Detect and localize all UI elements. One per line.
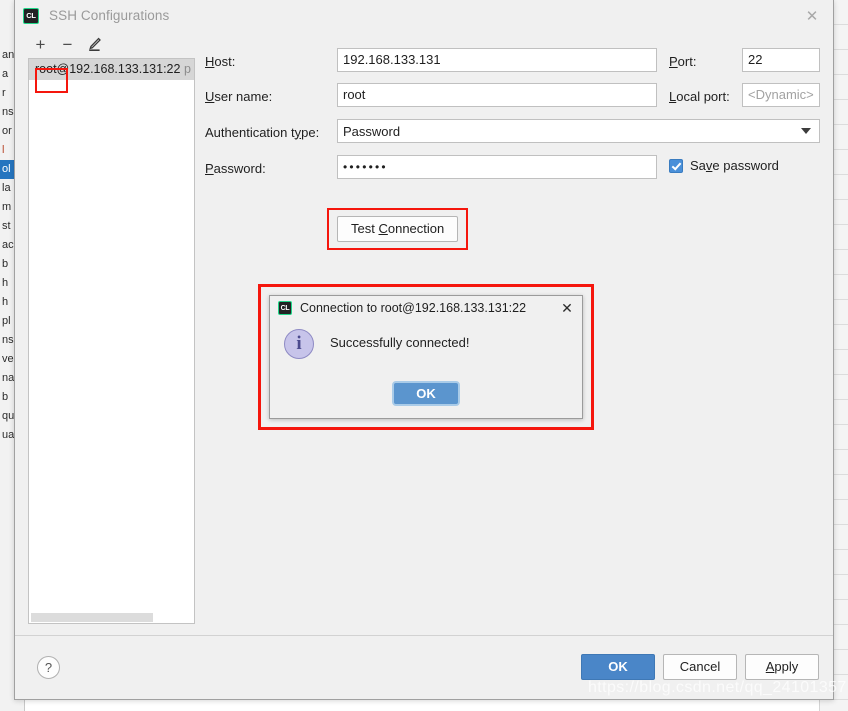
- scrollbar-thumb[interactable]: [31, 613, 153, 622]
- help-button[interactable]: ?: [37, 656, 60, 679]
- local-port-label-row: Local port:: [669, 84, 730, 108]
- host-input[interactable]: 192.168.133.131: [337, 48, 657, 72]
- modal-close-icon[interactable]: ✕: [556, 298, 578, 318]
- edit-configuration-button[interactable]: [82, 34, 107, 55]
- username-input[interactable]: root: [337, 83, 657, 107]
- modal-ok-button[interactable]: OK: [392, 381, 460, 406]
- checkbox-icon: [669, 158, 683, 173]
- auth-type-select[interactable]: Password: [337, 119, 820, 143]
- chevron-down-icon: [801, 128, 811, 134]
- apply-button[interactable]: Apply: [745, 654, 819, 680]
- auth-type-label-row: Authentication type:: [205, 120, 319, 144]
- close-icon[interactable]: ✕: [797, 3, 827, 29]
- password-label-row: Password:: [205, 156, 266, 180]
- dialog-titlebar: CL SSH Configurations ✕: [15, 0, 833, 31]
- username-label: User name:: [205, 88, 273, 104]
- connection-result-dialog: CL Connection to root@192.168.133.131:22…: [269, 295, 583, 419]
- cancel-button[interactable]: Cancel: [663, 654, 737, 680]
- port-label: Port:: [669, 53, 697, 69]
- modal-actions: OK: [270, 381, 582, 406]
- annotation-box-connection-modal: CL Connection to root@192.168.133.131:22…: [258, 284, 594, 430]
- port-input[interactable]: 22: [742, 48, 820, 72]
- configurations-list[interactable]: root@192.168.133.131:22 p: [28, 58, 195, 624]
- list-toolbar: + −: [24, 31, 195, 58]
- list-horizontal-scrollbar[interactable]: [29, 612, 194, 623]
- background-table-line: [820, 700, 848, 711]
- annotation-box-test-connection: Test Connection: [327, 208, 469, 250]
- save-password-label: Save password: [690, 158, 779, 173]
- info-icon: i: [284, 329, 314, 359]
- modal-title-text: Connection to root@192.168.133.131:22: [300, 301, 527, 315]
- clion-app-icon: CL: [23, 7, 39, 24]
- auth-type-value: Password: [343, 123, 401, 139]
- host-label: Host:: [205, 53, 236, 69]
- test-connection-button[interactable]: Test Connection: [337, 216, 459, 242]
- dialog-footer: ? OK Cancel Apply: [15, 635, 833, 699]
- list-item-suffix: p: [183, 62, 191, 76]
- local-port-input[interactable]: <Dynamic>: [742, 83, 820, 107]
- list-item-label: root@192.168.133.131:22: [35, 62, 181, 76]
- modal-titlebar: CL Connection to root@192.168.133.131:22…: [270, 296, 582, 320]
- port-label-row: Port:: [669, 49, 696, 73]
- local-port-label: Local port:: [669, 88, 730, 104]
- password-input[interactable]: •••••••: [337, 155, 657, 179]
- username-label-row: User name:: [205, 84, 272, 108]
- clion-modal-icon: CL: [278, 301, 292, 315]
- pencil-icon: [89, 37, 101, 51]
- modal-content: i Successfully connected!: [270, 320, 582, 359]
- dialog-title: SSH Configurations: [49, 8, 170, 23]
- password-label: Password:: [205, 160, 266, 176]
- footer-actions: OK Cancel Apply: [581, 654, 819, 680]
- save-password-checkbox[interactable]: Save password: [669, 158, 779, 173]
- modal-message: Successfully connected!: [330, 335, 470, 350]
- remove-configuration-button[interactable]: −: [55, 34, 80, 55]
- host-label-row: Host:: [205, 49, 235, 73]
- list-item[interactable]: root@192.168.133.131:22 p: [29, 59, 194, 80]
- ok-button[interactable]: OK: [581, 654, 655, 680]
- add-configuration-button[interactable]: +: [28, 34, 53, 55]
- configurations-list-panel: + − root@192.168.133.131:22 p: [24, 31, 195, 624]
- auth-type-label: Authentication type:: [205, 124, 320, 140]
